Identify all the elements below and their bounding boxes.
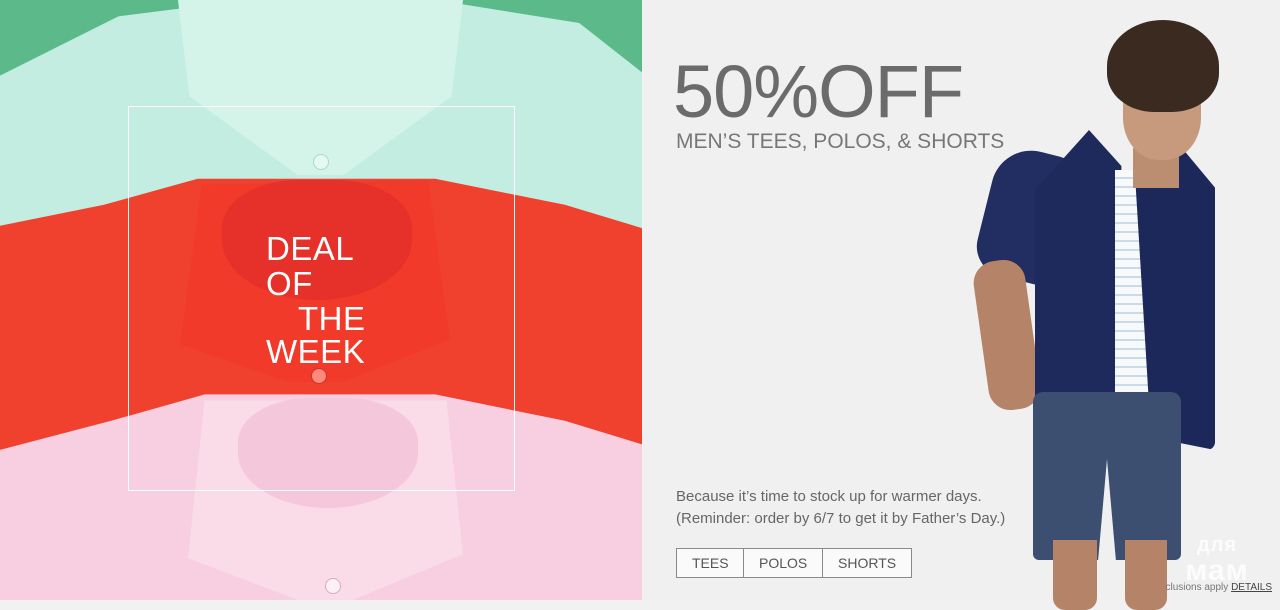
deal-title-line-1: DEAL [266,230,355,267]
pink-polo-button [325,578,341,594]
deal-title-line-3: THE [298,300,366,337]
promo-body-line-1: Because it’s time to stock up for warmer… [676,488,982,505]
discount-headline: 50%OFF [673,50,964,133]
model-shorts [1033,392,1181,560]
tees-link[interactable]: TEES [677,549,743,577]
promo-body-line-2: (Reminder: order by 6/7 to get it by Fat… [676,510,1006,527]
polos-link[interactable]: POLOS [743,549,822,577]
exclusions-note: clusions apply DETAILS [1165,582,1272,593]
exclusions-text: clusions apply [1165,582,1229,593]
shorts-link[interactable]: SHORTS [822,549,911,577]
deal-title-line-2: OF [266,265,313,302]
model-hair [1107,20,1219,112]
deal-title-line-4: WEEK [266,333,366,370]
deal-of-the-week-frame [128,106,515,491]
model-image [970,20,1235,610]
category-links: TEES POLOS SHORTS [676,548,912,578]
promo-subhead: MEN’S TEES, POLOS, & SHORTS [676,130,1005,153]
details-link[interactable]: DETAILS [1231,582,1272,593]
